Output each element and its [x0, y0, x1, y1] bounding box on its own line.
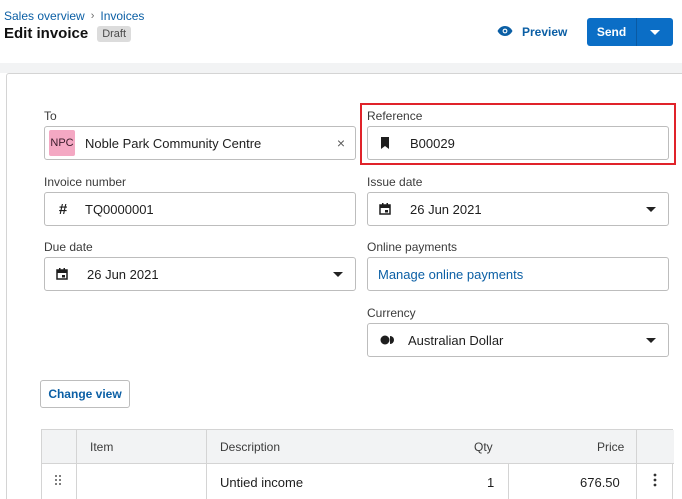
due-date-value: 26 Jun 2021 — [87, 266, 159, 282]
breadcrumb-sales-overview[interactable]: Sales overview — [4, 9, 85, 23]
online-payments-label: Online payments — [367, 240, 458, 254]
currency-label: Currency — [367, 306, 416, 320]
to-contact-field[interactable]: NPC Noble Park Community Centre × — [44, 126, 356, 160]
drag-handle-icon[interactable] — [54, 474, 62, 489]
invoice-number-label: Invoice number — [44, 175, 127, 189]
manage-online-payments-link[interactable]: Manage online payments — [378, 267, 523, 282]
page-title: Edit invoice — [4, 25, 89, 42]
due-date-label: Due date — [44, 240, 93, 254]
to-label: To — [44, 109, 57, 123]
status-badge: Draft — [97, 25, 132, 42]
online-payments-field: Manage online payments — [367, 257, 669, 291]
calendar-icon — [55, 267, 69, 281]
column-header-price: Price — [597, 440, 625, 454]
send-button[interactable]: Send — [587, 18, 637, 46]
cell-price[interactable]: 676.50 — [580, 475, 620, 490]
invoice-number-field[interactable]: # TQ0000001 — [44, 192, 356, 226]
to-contact-value: Noble Park Community Centre — [85, 135, 262, 151]
currency-field[interactable]: Australian Dollar — [367, 323, 669, 357]
column-header-description: Description — [220, 440, 281, 454]
table-row: Untied income 1 676.50 — [42, 464, 674, 499]
cell-qty[interactable]: 1 — [487, 475, 494, 490]
close-icon[interactable]: × — [337, 135, 345, 151]
hash-icon: # — [58, 200, 68, 218]
send-button-group: Send — [587, 18, 673, 46]
table-header: Item Description Qty Price — [42, 430, 674, 464]
preview-label: Preview — [522, 25, 568, 39]
calendar-icon — [378, 202, 392, 216]
issue-date-label: Issue date — [367, 175, 423, 189]
title-row: Edit invoice Draft — [4, 25, 132, 42]
breadcrumb-invoices[interactable]: Invoices — [100, 9, 144, 23]
breadcrumb: Sales overview › Invoices — [4, 9, 144, 23]
breadcrumb-separator: › — [90, 10, 95, 22]
eye-icon — [497, 25, 513, 40]
reference-highlight — [360, 103, 676, 165]
chevron-down-icon — [646, 337, 656, 343]
send-options-button[interactable] — [637, 18, 673, 46]
chevron-down-icon — [333, 271, 343, 277]
more-vertical-icon[interactable] — [653, 473, 657, 490]
due-date-field[interactable]: 26 Jun 2021 — [44, 257, 356, 291]
line-items-table: Item Description Qty Price Untied income… — [41, 429, 674, 499]
currency-icon — [380, 333, 396, 347]
chevron-down-icon — [650, 29, 660, 35]
preview-button[interactable]: Preview — [497, 21, 567, 43]
invoice-number-value: TQ0000001 — [85, 201, 154, 217]
column-header-item: Item — [90, 440, 114, 454]
panel-background-strip — [0, 63, 682, 73]
contact-avatar: NPC — [49, 130, 75, 156]
column-header-qty: Qty — [474, 440, 493, 454]
chevron-down-icon — [646, 206, 656, 212]
cell-description[interactable]: Untied income — [220, 475, 303, 490]
issue-date-value: 26 Jun 2021 — [410, 201, 482, 217]
issue-date-field[interactable]: 26 Jun 2021 — [367, 192, 669, 226]
change-view-button[interactable]: Change view — [40, 380, 130, 408]
currency-value: Australian Dollar — [408, 332, 504, 348]
